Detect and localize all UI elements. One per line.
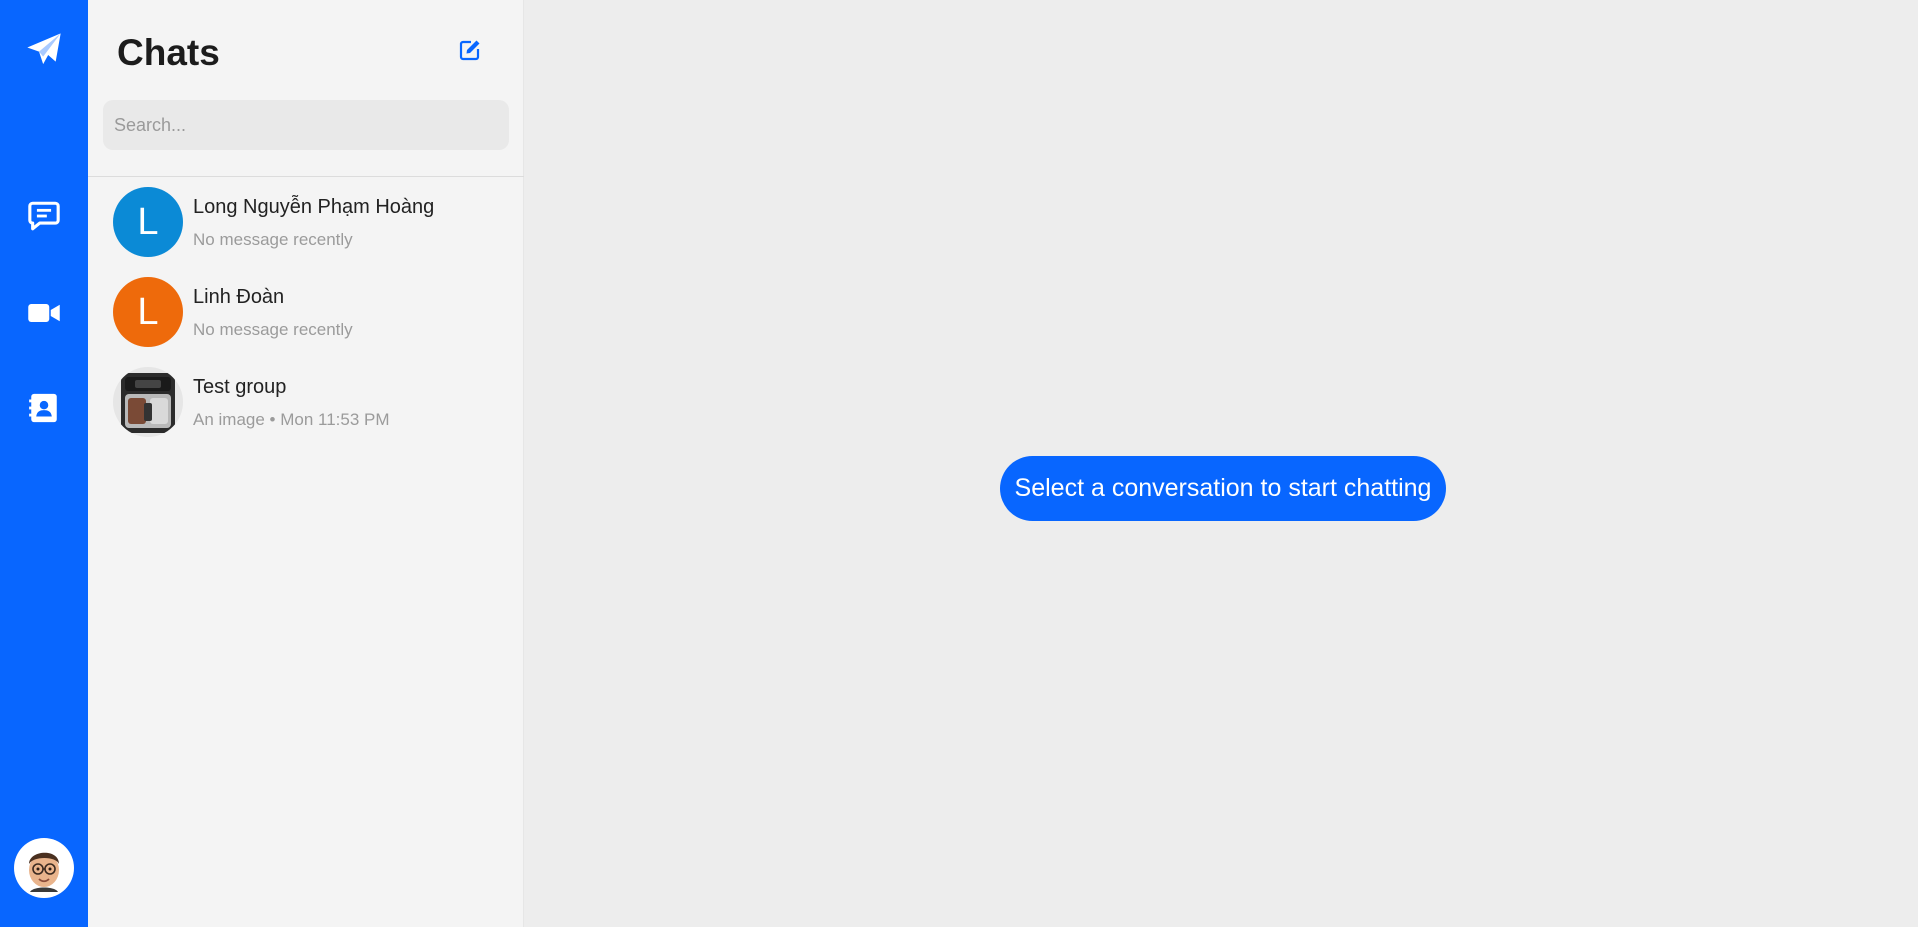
nav-rail bbox=[0, 0, 88, 927]
chat-list-panel: Chats L Long Nguyễn Phạm Hoàng No messag… bbox=[88, 0, 524, 927]
user-avatar[interactable] bbox=[14, 838, 74, 898]
chat-preview: No message recently bbox=[193, 320, 353, 339]
app-logo[interactable] bbox=[0, 20, 88, 80]
chat-avatar: L bbox=[113, 277, 183, 347]
new-chat-button[interactable] bbox=[456, 36, 484, 64]
chat-preview: No message recently bbox=[193, 230, 353, 249]
chat-list-item[interactable]: L Long Nguyễn Phạm Hoàng No message rece… bbox=[88, 187, 524, 275]
chat-list-item[interactable]: Test group An image • Mon 11:53 PM bbox=[88, 367, 524, 455]
chat-preview: An image • Mon 11:53 PM bbox=[193, 410, 390, 429]
compose-icon bbox=[459, 40, 480, 61]
conversation-area: Select a conversation to start chatting bbox=[524, 0, 1918, 927]
chat-avatar: L bbox=[113, 187, 183, 257]
group-avatar-image bbox=[113, 367, 183, 437]
chat-name: Test group bbox=[193, 376, 287, 398]
panel-title: Chats bbox=[117, 32, 220, 73]
chat-name: Linh Đoàn bbox=[193, 286, 285, 308]
avatar-initial: L bbox=[137, 290, 159, 333]
empty-state-message: Select a conversation to start chatting bbox=[1000, 456, 1446, 521]
paper-plane-icon bbox=[27, 33, 61, 65]
chat-bubble-icon bbox=[28, 201, 60, 231]
memoji-avatar-icon bbox=[29, 852, 59, 892]
avatar-initial: L bbox=[137, 200, 159, 243]
nav-video-button[interactable] bbox=[0, 283, 88, 343]
video-camera-icon bbox=[28, 304, 60, 322]
divider bbox=[88, 176, 524, 177]
nav-chats-button[interactable] bbox=[0, 186, 88, 246]
air-fryer-image bbox=[113, 367, 183, 437]
chat-name: Long Nguyễn Phạm Hoàng bbox=[193, 196, 435, 218]
contact-book-icon bbox=[29, 393, 57, 423]
search-input[interactable] bbox=[103, 100, 509, 150]
chat-list-item[interactable]: L Linh Đoàn No message recently bbox=[88, 277, 524, 365]
nav-contacts-button[interactable] bbox=[0, 378, 88, 438]
